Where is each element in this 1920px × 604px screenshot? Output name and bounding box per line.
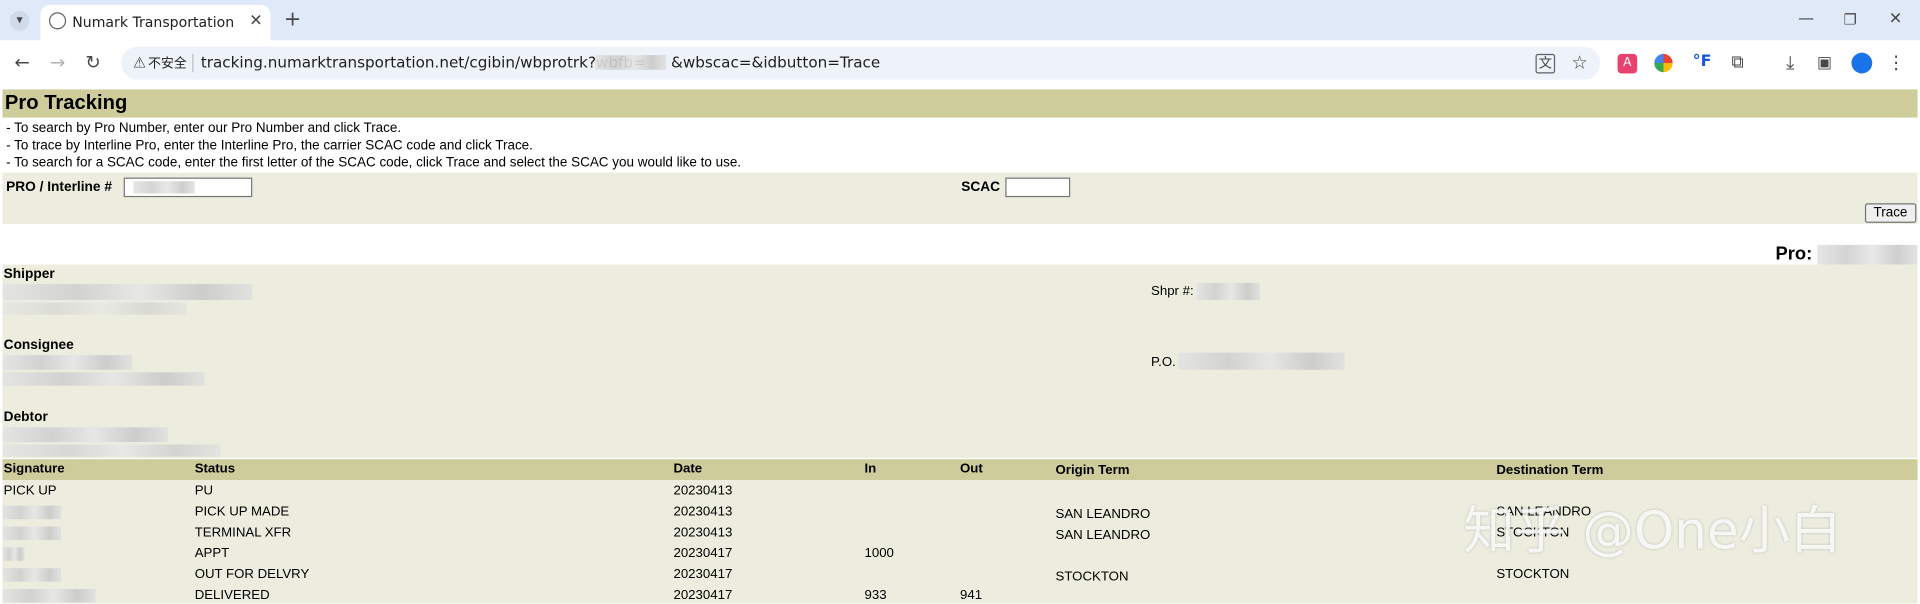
date-cell: 20230413 [673, 483, 733, 499]
signature-cell: PICK UP [3, 483, 57, 499]
pro-input[interactable] [123, 177, 253, 198]
pro-number-redacted-value [1817, 244, 1918, 265]
debtor-redacted-value [2, 427, 168, 443]
title-band [2, 89, 1918, 118]
debtor-redacted-value [2, 444, 221, 457]
watermark: 知乎 @One小白 [1463, 500, 1842, 561]
bookmark-star-icon[interactable]: ☆ [1569, 53, 1591, 75]
extensions-puzzle-icon[interactable]: ⧉ [1727, 53, 1749, 75]
column-header: In [864, 461, 877, 477]
pro-field-label: PRO / Interline # [6, 180, 112, 195]
url-redacted-value [595, 55, 667, 70]
trace-button[interactable]: Trace [1864, 203, 1916, 223]
parties-band [2, 264, 1918, 458]
search-form-band [2, 172, 1918, 225]
date-cell: 20230417 [673, 587, 733, 603]
instruction-line: - To search for a SCAC code, enter the f… [6, 155, 742, 171]
date-cell: 20230417 [673, 566, 733, 582]
warning-icon: ⚠ [132, 53, 147, 72]
extension-translate-icon[interactable]: A [1617, 53, 1638, 74]
in-time-cell: 1000 [864, 546, 894, 561]
page-title: Pro Tracking [4, 91, 128, 114]
status-cell: PICK UP MADE [194, 504, 290, 520]
url-text[interactable]: tracking.numarktransportation.net/cgibin… [201, 53, 646, 73]
signature-redacted-value [2, 505, 62, 520]
forward-arrow-icon[interactable]: → [47, 53, 69, 75]
destination-cell: STOCKTON [1496, 566, 1570, 582]
in-time-cell: 933 [864, 587, 887, 603]
scac-input[interactable] [1005, 177, 1071, 198]
signature-redacted-value [2, 547, 25, 561]
security-label: 不安全 [148, 56, 187, 72]
new-tab-plus-icon[interactable]: + [282, 9, 304, 31]
shipper-ref-redacted-value [1196, 282, 1261, 301]
web-page: Pro Tracking - To search by Pro Number, … [0, 84, 1920, 604]
status-cell: TERMINAL XFR [194, 525, 292, 541]
status-cell: APPT [194, 546, 230, 561]
po-redacted-value [1177, 352, 1345, 370]
status-cell: OUT FOR DELVRY [194, 566, 310, 582]
column-header: Out [960, 461, 983, 477]
url-tail-text[interactable]: &wbscac=&idbutton=Trace [671, 53, 880, 73]
table-row: DELIVERED 20230417 933 941 [0, 588, 1920, 604]
signature-redacted-value [2, 588, 96, 603]
window-close-icon[interactable]: ✕ [1886, 10, 1906, 30]
address-bar[interactable]: ⚠ 不安全 tracking.numarktransportation.net/… [121, 46, 1601, 80]
column-header: Status [194, 461, 236, 477]
column-header: Signature [3, 461, 65, 477]
debtor-label: Debtor [3, 410, 48, 425]
minimize-icon[interactable]: — [1794, 10, 1818, 30]
scac-field-label: SCAC [961, 180, 1001, 195]
restore-icon[interactable]: ❐ [1840, 10, 1860, 30]
po-label: P.O. [1151, 355, 1176, 370]
tab-search-chevron-icon[interactable]: ▾ [9, 11, 30, 31]
pro-input-redacted-value [133, 181, 195, 194]
tab-numark[interactable]: Numark Transportation ✕ [40, 4, 271, 41]
out-time-cell: 941 [960, 587, 983, 603]
tab-title: Numark Transportation [72, 13, 235, 31]
origin-cell: SAN LEANDRO [1055, 527, 1151, 543]
origin-cell: STOCKTON [1055, 569, 1129, 585]
origin-cell: SAN LEANDRO [1055, 506, 1151, 522]
consignee-label: Consignee [3, 337, 74, 353]
pro-number-label: Pro: [1775, 243, 1813, 265]
status-cell: DELIVERED [194, 587, 270, 603]
shipper-redacted-value [2, 284, 253, 301]
date-cell: 20230417 [673, 546, 733, 561]
profile-avatar[interactable] [1851, 52, 1873, 74]
consignee-redacted-value [2, 355, 133, 370]
column-header: Destination Term [1496, 462, 1604, 478]
date-cell: 20230413 [673, 525, 733, 541]
column-header: Date [673, 461, 703, 477]
download-icon[interactable]: ⤓ [1779, 53, 1801, 75]
signature-redacted-value [2, 526, 62, 541]
extension-color-icon[interactable] [1654, 53, 1673, 73]
globe-icon [48, 12, 67, 30]
instruction-line: - To search by Pro Number, enter our Pro… [6, 121, 402, 136]
instruction-line: - To trace by Interline Pro, enter the I… [6, 138, 533, 154]
reload-icon[interactable]: ↻ [82, 53, 104, 75]
menu-kebab-icon[interactable]: ⋮ [1887, 53, 1905, 75]
side-panel-icon[interactable]: ▣ [1815, 54, 1835, 74]
shipper-ref-label: Shpr #: [1151, 284, 1194, 299]
status-cell: PU [194, 483, 214, 499]
consignee-redacted-value [2, 372, 205, 386]
shipper-redacted-value [2, 302, 187, 315]
table-row: OUT FOR DELVRY 20230417 STOCKTON STOCKTO… [0, 567, 1920, 585]
close-icon[interactable]: ✕ [246, 12, 266, 32]
extension-f-icon[interactable]: °F [1691, 53, 1713, 75]
signature-redacted-value [2, 568, 62, 582]
date-cell: 20230413 [673, 504, 733, 520]
translate-icon[interactable]: 文 [1535, 53, 1556, 74]
back-arrow-icon[interactable]: ← [11, 53, 33, 75]
column-header: Origin Term [1055, 462, 1130, 478]
shipper-label: Shipper [3, 266, 55, 282]
security-divider [192, 53, 194, 73]
